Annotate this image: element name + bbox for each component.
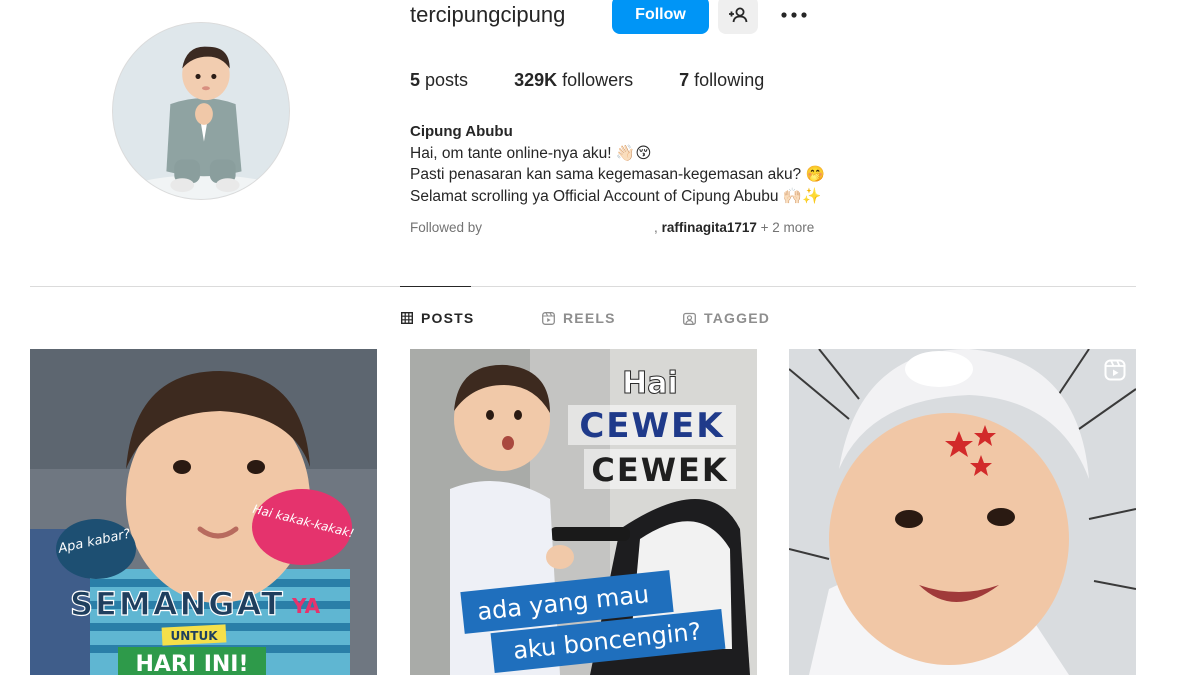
- following-stat[interactable]: 7 following: [679, 70, 764, 91]
- post-image-2: Hai CEWEK CEWEK ada yang mau aku bonceng…: [410, 349, 757, 675]
- tagged-icon: [683, 312, 696, 325]
- reel-badge: [1104, 359, 1126, 381]
- bio-line-2: Pasti penasaran kan sama kegemasan-kegem…: [410, 166, 825, 183]
- following-label: following: [694, 70, 765, 90]
- posts-count: 5: [410, 70, 421, 90]
- post1-footer: HARI INI!: [135, 652, 248, 675]
- post1-headline: SEMANGAT: [70, 585, 285, 623]
- grid-icon: [401, 312, 413, 324]
- post2-word2: CEWEK: [591, 451, 728, 489]
- followed-by-more: + 2 more: [760, 220, 815, 235]
- followed-by[interactable]: Followed by, raffinagita1717 + 2 more: [410, 220, 814, 235]
- followers-count: 329K: [514, 70, 558, 90]
- posts-label: posts: [425, 70, 469, 90]
- posts-stat: 5 posts: [410, 70, 468, 91]
- profile-avatar[interactable]: [112, 22, 290, 200]
- post-tile-3[interactable]: [789, 349, 1136, 675]
- followed-by-label: Followed by: [410, 220, 483, 235]
- profile-stats: 5 posts 329K followers 7 following: [410, 70, 810, 91]
- post-tile-2[interactable]: Hai CEWEK CEWEK ada yang mau aku bonceng…: [410, 349, 757, 675]
- following-count: 7: [679, 70, 690, 90]
- tab-reels-label: REELS: [563, 310, 616, 326]
- profile-username: tercipungcipung: [410, 2, 566, 27]
- reels-icon: [542, 311, 555, 325]
- reel-icon: [1104, 359, 1126, 381]
- follow-button[interactable]: Follow: [612, 0, 709, 34]
- post-image-1: Apa kabar? Hai kakak-kakak! SEMANGAT YA …: [30, 349, 377, 675]
- profile-full-name: Cipung Abubu: [410, 123, 513, 140]
- post2-top: Hai: [622, 366, 678, 401]
- tab-posts-label: POSTS: [421, 310, 475, 326]
- section-divider: [30, 286, 1136, 287]
- tab-reels[interactable]: REELS: [542, 310, 616, 326]
- followers-label: followers: [562, 70, 634, 90]
- tab-tagged[interactable]: TAGGED: [683, 310, 770, 326]
- followers-stat[interactable]: 329K followers: [514, 70, 633, 91]
- post1-headline-suffix: YA: [291, 594, 321, 618]
- bio-line-3: Selamat scrolling ya Official Account of…: [410, 187, 822, 205]
- post2-word1: CEWEK: [579, 406, 724, 446]
- post-image-3: [789, 349, 1136, 675]
- active-tab-indicator: [400, 286, 471, 287]
- tab-posts[interactable]: POSTS: [401, 310, 474, 326]
- avatar-image: [113, 23, 289, 199]
- followed-by-separator: ,: [654, 220, 658, 235]
- tab-tagged-label: TAGGED: [704, 310, 771, 326]
- more-options-icon: [781, 12, 807, 18]
- followed-by-user[interactable]: raffinagita1717: [662, 220, 757, 235]
- add-person-icon: [729, 7, 748, 23]
- more-options-button[interactable]: [774, 2, 814, 28]
- suggest-similar-button[interactable]: [718, 0, 758, 34]
- post1-sub: UNTUK: [170, 629, 218, 643]
- post-tile-1[interactable]: Apa kabar? Hai kakak-kakak! SEMANGAT YA …: [30, 349, 377, 675]
- profile-bio: Cipung Abubu Hai, om tante online-nya ak…: [410, 121, 825, 207]
- bio-line-1: Hai, om tante online-nya aku! 👋🏻😚: [410, 144, 652, 162]
